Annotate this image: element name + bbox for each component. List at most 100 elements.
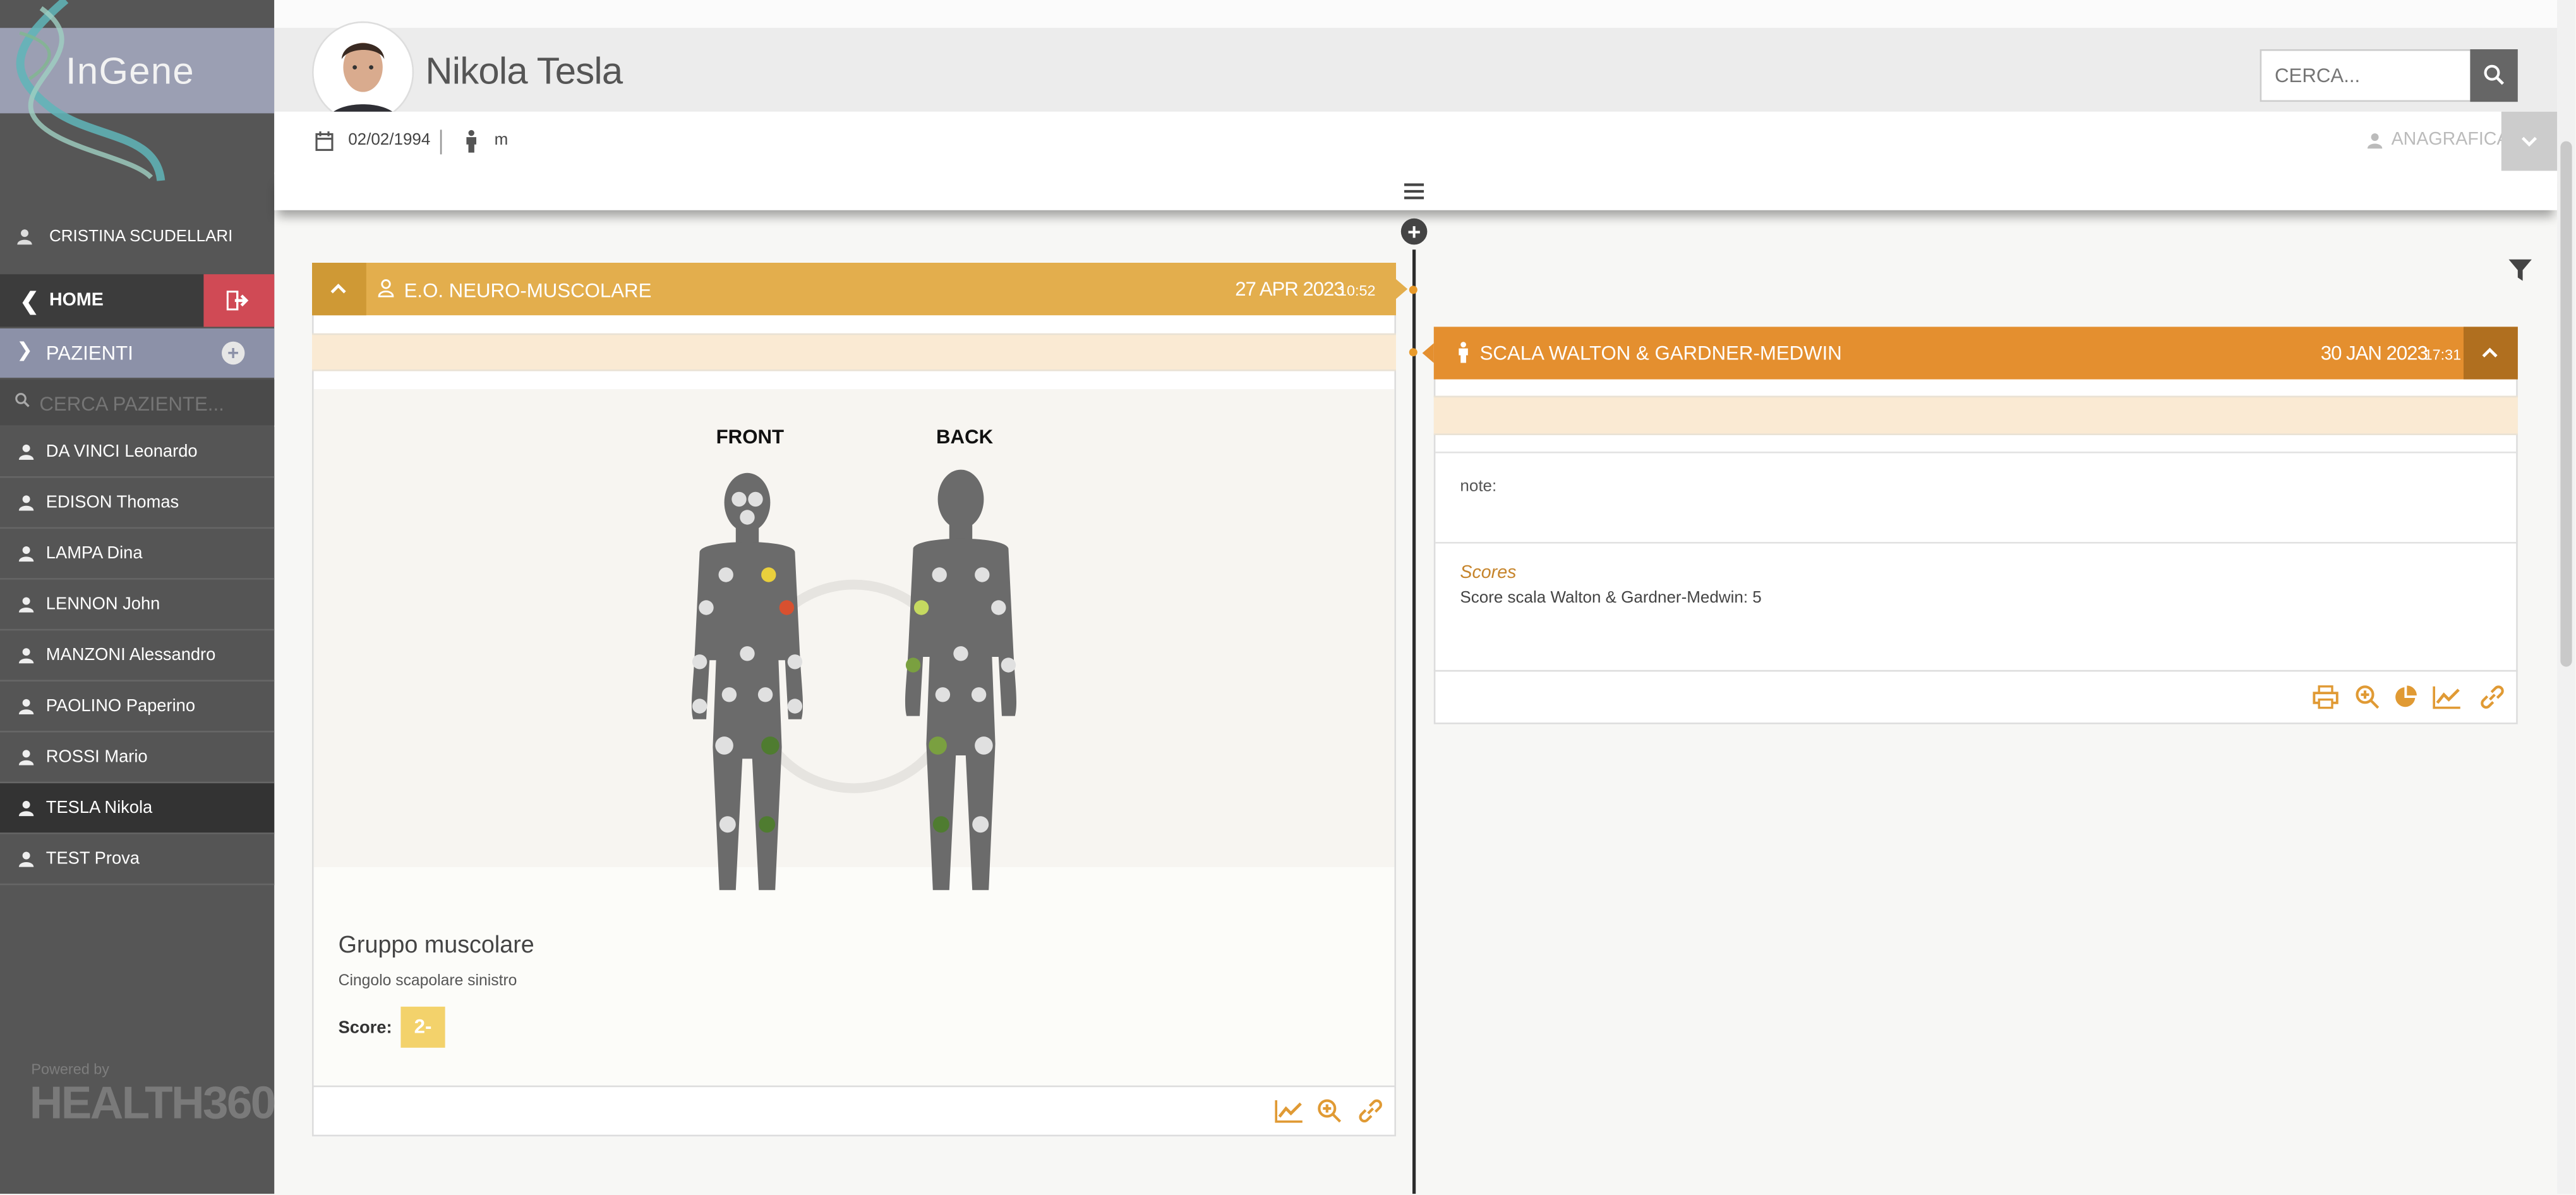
user-icon bbox=[18, 495, 34, 511]
patient-name-label: DA VINCI Leonardo bbox=[45, 441, 198, 462]
patient-list-item[interactable]: TEST Prova bbox=[0, 834, 275, 886]
patient-list-item[interactable]: EDISON Thomas bbox=[0, 477, 275, 529]
user-name: CRISTINA SCUDELLARI bbox=[49, 228, 233, 246]
note-section bbox=[1435, 452, 2517, 544]
user-icon bbox=[18, 597, 34, 613]
body-front-figure bbox=[691, 472, 803, 891]
timeline-line bbox=[1412, 249, 1416, 1194]
scrollbar-thumb[interactable] bbox=[2560, 141, 2572, 667]
zoom-in-icon[interactable] bbox=[1317, 1098, 1342, 1123]
patient-search bbox=[0, 379, 275, 426]
user-icon bbox=[18, 546, 34, 562]
patient-list-item[interactable]: MANZONI Alessandro bbox=[0, 630, 275, 682]
gruppo-muscolare-title: Gruppo muscolare bbox=[338, 932, 534, 959]
male-icon bbox=[466, 129, 476, 153]
card-subheader bbox=[311, 333, 1396, 371]
patient-list-item[interactable]: ROSSI Mario bbox=[0, 732, 275, 784]
search-icon bbox=[2484, 64, 2505, 85]
note-label: note: bbox=[1460, 477, 1497, 496]
card-date: 30 JAN 2023 bbox=[2320, 341, 2428, 365]
chevron-up-icon bbox=[2482, 347, 2498, 357]
chevron-up-icon bbox=[330, 284, 346, 294]
patient-list-item[interactable]: LAMPA Dina bbox=[0, 529, 275, 580]
user-icon bbox=[18, 648, 34, 664]
calendar-icon bbox=[315, 131, 334, 151]
link-icon[interactable] bbox=[1358, 1098, 1383, 1123]
patient-name: Nikola Tesla bbox=[425, 49, 623, 92]
home-button[interactable]: ❮ HOME bbox=[0, 274, 204, 327]
timeline-pointer bbox=[1396, 279, 1408, 299]
print-icon[interactable] bbox=[2313, 685, 2339, 709]
top-bar bbox=[274, 0, 2558, 30]
patient-name-label: MANZONI Alessandro bbox=[45, 645, 216, 665]
patient-search-input[interactable] bbox=[36, 387, 265, 421]
logout-button[interactable] bbox=[203, 274, 275, 327]
birthdate: 02/02/1994 bbox=[348, 131, 431, 150]
score-badge: 2- bbox=[400, 1006, 445, 1048]
chevron-down-icon bbox=[2521, 136, 2537, 147]
card-title: E.O. NEURO-MUSCOLARE bbox=[404, 279, 652, 303]
pie-chart-icon[interactable] bbox=[2393, 685, 2417, 709]
patient-name-label: TESLA Nikola bbox=[45, 798, 153, 818]
link-icon[interactable] bbox=[2480, 685, 2505, 709]
card-date: 27 APR 2023 bbox=[1235, 277, 1344, 301]
scores-value: Score scala Walton & Gardner-Medwin: 5 bbox=[1460, 589, 1762, 608]
collapse-button[interactable] bbox=[2463, 327, 2518, 380]
avatar bbox=[311, 21, 414, 123]
add-event-button[interactable]: + bbox=[1400, 218, 1428, 245]
timeline-pointer bbox=[1422, 343, 1434, 363]
current-user[interactable]: CRISTINA SCUDELLARI bbox=[0, 210, 274, 263]
dna-logo-icon bbox=[16, 0, 166, 181]
patient-name-label: EDISON Thomas bbox=[45, 493, 179, 513]
card-subheader bbox=[1433, 395, 2518, 435]
patient-name-label: ROSSI Mario bbox=[45, 747, 148, 767]
filter-icon[interactable] bbox=[2508, 258, 2532, 282]
front-label: FRONT bbox=[716, 425, 785, 448]
doctor-icon bbox=[378, 279, 394, 297]
global-search bbox=[2260, 49, 2471, 102]
user-icon bbox=[18, 851, 34, 867]
user-icon bbox=[2367, 133, 2383, 149]
gruppo-muscolare-value: Cingolo scapolare sinistro bbox=[338, 972, 517, 990]
zoom-in-icon[interactable] bbox=[2355, 685, 2380, 709]
add-patient-button[interactable]: + bbox=[222, 341, 245, 365]
card-footer bbox=[311, 1085, 1396, 1137]
patient-name-label: LENNON John bbox=[45, 594, 160, 615]
anagrafica-link[interactable]: ANAGRAFICA bbox=[2392, 129, 2509, 149]
patient-list-item[interactable]: TESLA Nikola bbox=[0, 783, 275, 834]
app-logo: InGene bbox=[66, 49, 195, 92]
patient-info-bar bbox=[274, 111, 2558, 174]
card-title: SCALA WALTON & GARDNER-MEDWIN bbox=[1479, 341, 1842, 365]
user-icon bbox=[17, 229, 32, 245]
body-map[interactable] bbox=[673, 460, 1035, 903]
pazienti-section[interactable]: ❯ PAZIENTI + bbox=[0, 328, 275, 378]
footer-brand: HEALTH360 bbox=[29, 1077, 276, 1129]
user-icon bbox=[18, 750, 34, 766]
logout-icon bbox=[226, 291, 249, 311]
patient-list-item[interactable]: PAOLINO Paperino bbox=[0, 682, 275, 733]
anagrafica-toggle-button[interactable] bbox=[2501, 111, 2558, 171]
person-icon bbox=[1459, 342, 1468, 363]
hamburger-menu-icon[interactable] bbox=[1404, 183, 1424, 201]
home-label: HOME bbox=[49, 291, 104, 311]
timeline-dot bbox=[1409, 348, 1417, 357]
collapse-button[interactable] bbox=[311, 263, 366, 316]
patient-list-item[interactable]: DA VINCI Leonardo bbox=[0, 427, 275, 478]
powered-by: Powered by bbox=[31, 1060, 109, 1078]
back-label: BACK bbox=[936, 425, 994, 448]
scores-title: Scores bbox=[1460, 563, 1517, 583]
patient-name-label: LAMPA Dina bbox=[45, 543, 143, 563]
card-time: 17:31 bbox=[2424, 346, 2462, 363]
global-search-input[interactable] bbox=[2271, 62, 2467, 89]
patient-name-label: TEST Prova bbox=[45, 849, 140, 869]
search-icon bbox=[15, 393, 30, 407]
chevron-left-icon: ❮ bbox=[20, 287, 39, 314]
user-icon bbox=[18, 444, 34, 460]
divider bbox=[440, 129, 442, 155]
user-icon bbox=[18, 801, 34, 817]
line-chart-icon[interactable] bbox=[1275, 1098, 1304, 1123]
patient-list-item[interactable]: LENNON John bbox=[0, 579, 275, 631]
line-chart-icon[interactable] bbox=[2433, 685, 2462, 709]
patient-name-label: PAOLINO Paperino bbox=[45, 696, 196, 716]
search-button[interactable] bbox=[2470, 49, 2518, 102]
